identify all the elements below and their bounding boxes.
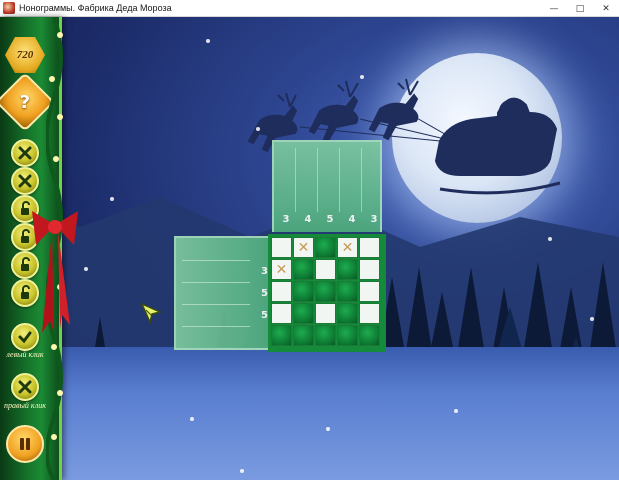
grid-cell-empty[interactable] bbox=[271, 281, 292, 302]
clue-divider bbox=[295, 148, 296, 212]
clue-divider bbox=[182, 260, 250, 261]
grid-cell-filled[interactable] bbox=[315, 325, 336, 346]
row-clue: 5 bbox=[261, 310, 268, 321]
grid-cell-empty[interactable] bbox=[359, 259, 380, 280]
column-clue: 4 bbox=[304, 214, 312, 225]
grid-cell-empty[interactable] bbox=[359, 303, 380, 324]
grid-cell-filled[interactable] bbox=[271, 325, 292, 346]
grid-cell-filled[interactable] bbox=[315, 281, 336, 302]
grid-cell-filled[interactable] bbox=[337, 259, 358, 280]
grid-cell-empty[interactable] bbox=[271, 303, 292, 324]
grid-cell-empty[interactable] bbox=[315, 303, 336, 324]
grid-cell-empty[interactable] bbox=[315, 259, 336, 280]
column-clue: 5 bbox=[326, 214, 334, 225]
cross-mark-icon: ✕ bbox=[297, 239, 310, 256]
grid-cell-crossed[interactable]: ✕ bbox=[337, 237, 358, 258]
mouse-cursor-icon bbox=[140, 302, 163, 325]
grid-cell-empty[interactable] bbox=[271, 237, 292, 258]
grid-cell-crossed[interactable]: ✕ bbox=[271, 259, 292, 280]
column-clue: 3 bbox=[282, 214, 290, 225]
clue-divider bbox=[182, 304, 250, 305]
grid-cell-filled[interactable] bbox=[315, 237, 336, 258]
clue-divider bbox=[182, 282, 250, 283]
column-clues-panel: 3 4 5 4 3 bbox=[272, 140, 382, 232]
puzzle-grid: ✕ ✕ ✕ bbox=[268, 234, 386, 352]
clue-divider bbox=[317, 148, 318, 212]
grid-cell-crossed[interactable]: ✕ bbox=[293, 237, 314, 258]
grid-cell-filled[interactable] bbox=[337, 325, 358, 346]
grid-cell-filled[interactable] bbox=[337, 303, 358, 324]
cross-mark-icon: ✕ bbox=[275, 261, 288, 278]
column-clue: 4 bbox=[348, 214, 356, 225]
row-clue: 3 bbox=[261, 266, 268, 277]
clue-divider bbox=[182, 326, 250, 327]
clue-divider bbox=[361, 148, 362, 212]
grid-cell-filled[interactable] bbox=[293, 259, 314, 280]
row-clues-panel: 3 5 5 bbox=[174, 236, 272, 350]
cross-mark-icon: ✕ bbox=[341, 239, 354, 256]
grid-cell-empty[interactable] bbox=[359, 281, 380, 302]
grid-cell-filled[interactable] bbox=[293, 325, 314, 346]
clue-divider bbox=[339, 148, 340, 212]
grid-cell-filled[interactable] bbox=[337, 281, 358, 302]
row-clue: 5 bbox=[261, 288, 268, 299]
nonogram-board: 3 4 5 4 3 3 5 5 ✕ ✕ ✕ bbox=[0, 0, 619, 480]
grid-cell-empty[interactable] bbox=[359, 237, 380, 258]
column-clue: 3 bbox=[370, 214, 378, 225]
grid-cell-filled[interactable] bbox=[293, 281, 314, 302]
grid-cell-filled[interactable] bbox=[293, 303, 314, 324]
grid-cell-filled[interactable] bbox=[359, 325, 380, 346]
